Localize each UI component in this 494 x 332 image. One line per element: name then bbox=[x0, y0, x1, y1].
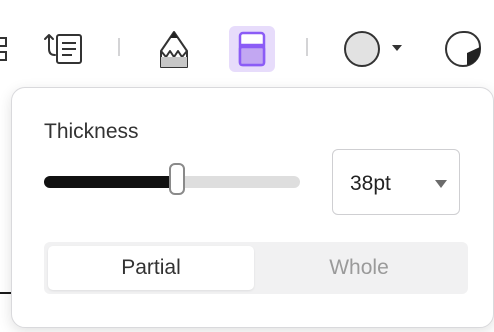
text-list-tool[interactable] bbox=[40, 26, 86, 72]
mode-partial-button[interactable]: Partial bbox=[48, 246, 254, 290]
chevron-down-icon bbox=[435, 180, 447, 188]
eraser-tool[interactable] bbox=[229, 26, 275, 72]
eraser-icon bbox=[238, 31, 266, 67]
shape-sticker-icon bbox=[445, 31, 481, 67]
partial-icon[interactable] bbox=[0, 26, 16, 72]
thickness-size-value: 38pt bbox=[350, 172, 391, 195]
chevron-down-icon bbox=[392, 45, 402, 51]
color-picker-tool[interactable] bbox=[340, 26, 404, 72]
app-window: Thickness 38pt Partial Whole bbox=[0, 0, 494, 332]
thickness-slider-thumb[interactable] bbox=[169, 163, 186, 195]
toolbar-separator bbox=[306, 38, 308, 56]
sticker-tool[interactable] bbox=[440, 26, 486, 72]
list-text-icon bbox=[44, 34, 82, 64]
color-circle-icon bbox=[344, 31, 402, 67]
toolbar bbox=[0, 0, 494, 96]
thickness-size-select[interactable]: 38pt bbox=[332, 149, 460, 215]
thickness-slider-fill bbox=[44, 176, 178, 188]
thickness-label: Thickness bbox=[44, 120, 139, 143]
toolbar-separator bbox=[118, 38, 120, 56]
mode-whole-button[interactable]: Whole bbox=[256, 246, 462, 290]
eraser-options-popover: Thickness 38pt Partial Whole bbox=[11, 87, 494, 328]
pencil-tool[interactable] bbox=[151, 26, 197, 72]
eraser-mode-toggle: Partial Whole bbox=[44, 242, 468, 294]
pencil-icon bbox=[160, 31, 188, 68]
